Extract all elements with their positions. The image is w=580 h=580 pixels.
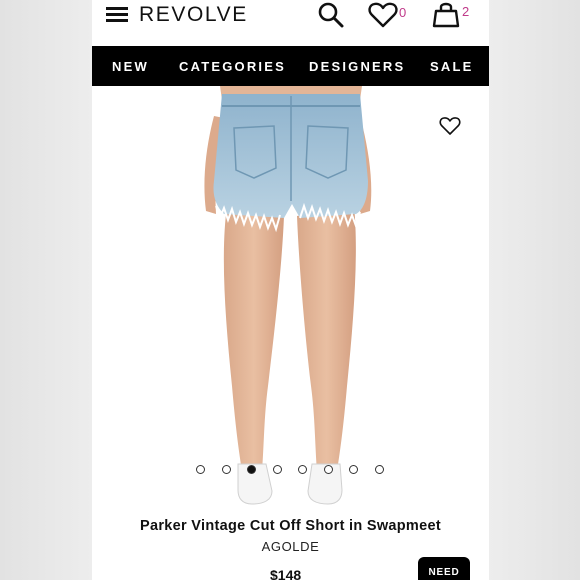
menu-bar <box>106 19 128 22</box>
background-right <box>489 0 580 580</box>
product-photo <box>204 86 372 505</box>
gallery-dot[interactable] <box>323 465 333 474</box>
product-brand[interactable]: AGOLDE <box>92 539 489 554</box>
search-icon[interactable] <box>317 1 345 29</box>
wishlist-count: 0 <box>399 5 407 20</box>
mobile-page: REVOLVE 0 2 NEW CATEGORIES DESIGNERS SAL… <box>92 0 489 580</box>
gallery-pagination <box>196 465 396 477</box>
shopping-bag-icon[interactable] <box>432 0 460 28</box>
gallery-dot[interactable] <box>272 465 282 474</box>
menu-bar <box>106 13 128 16</box>
main-navigation: NEW CATEGORIES DESIGNERS SALE <box>92 46 489 86</box>
gallery-dot[interactable] <box>298 465 307 474</box>
need-button[interactable]: NEED <box>418 557 470 580</box>
wishlist-heart-icon[interactable] <box>368 2 398 28</box>
left-leg <box>223 206 284 471</box>
product-price: $148 <box>270 567 302 580</box>
gallery-dot[interactable] <box>196 465 205 474</box>
menu-icon[interactable] <box>106 7 128 23</box>
site-header: REVOLVE 0 2 <box>92 0 489 46</box>
nav-categories[interactable]: CATEGORIES <box>179 59 286 74</box>
nav-sale[interactable]: SALE <box>430 59 473 74</box>
gallery-dot[interactable] <box>221 465 231 474</box>
gallery-dot[interactable] <box>349 465 358 474</box>
product-title: Parker Vintage Cut Off Short in Swapmeet <box>140 518 441 534</box>
gallery-dot[interactable] <box>374 465 384 474</box>
nav-designers[interactable]: DESIGNERS <box>309 59 405 74</box>
add-to-wishlist-icon[interactable] <box>439 116 461 136</box>
right-leg <box>297 206 356 471</box>
gallery-dot[interactable] <box>247 465 256 474</box>
nav-new[interactable]: NEW <box>112 59 149 74</box>
background-left <box>0 0 92 580</box>
product-image-gallery[interactable] <box>92 86 489 516</box>
site-logo[interactable]: REVOLVE <box>139 3 248 27</box>
menu-bar <box>106 7 128 10</box>
bag-count: 2 <box>462 4 470 19</box>
